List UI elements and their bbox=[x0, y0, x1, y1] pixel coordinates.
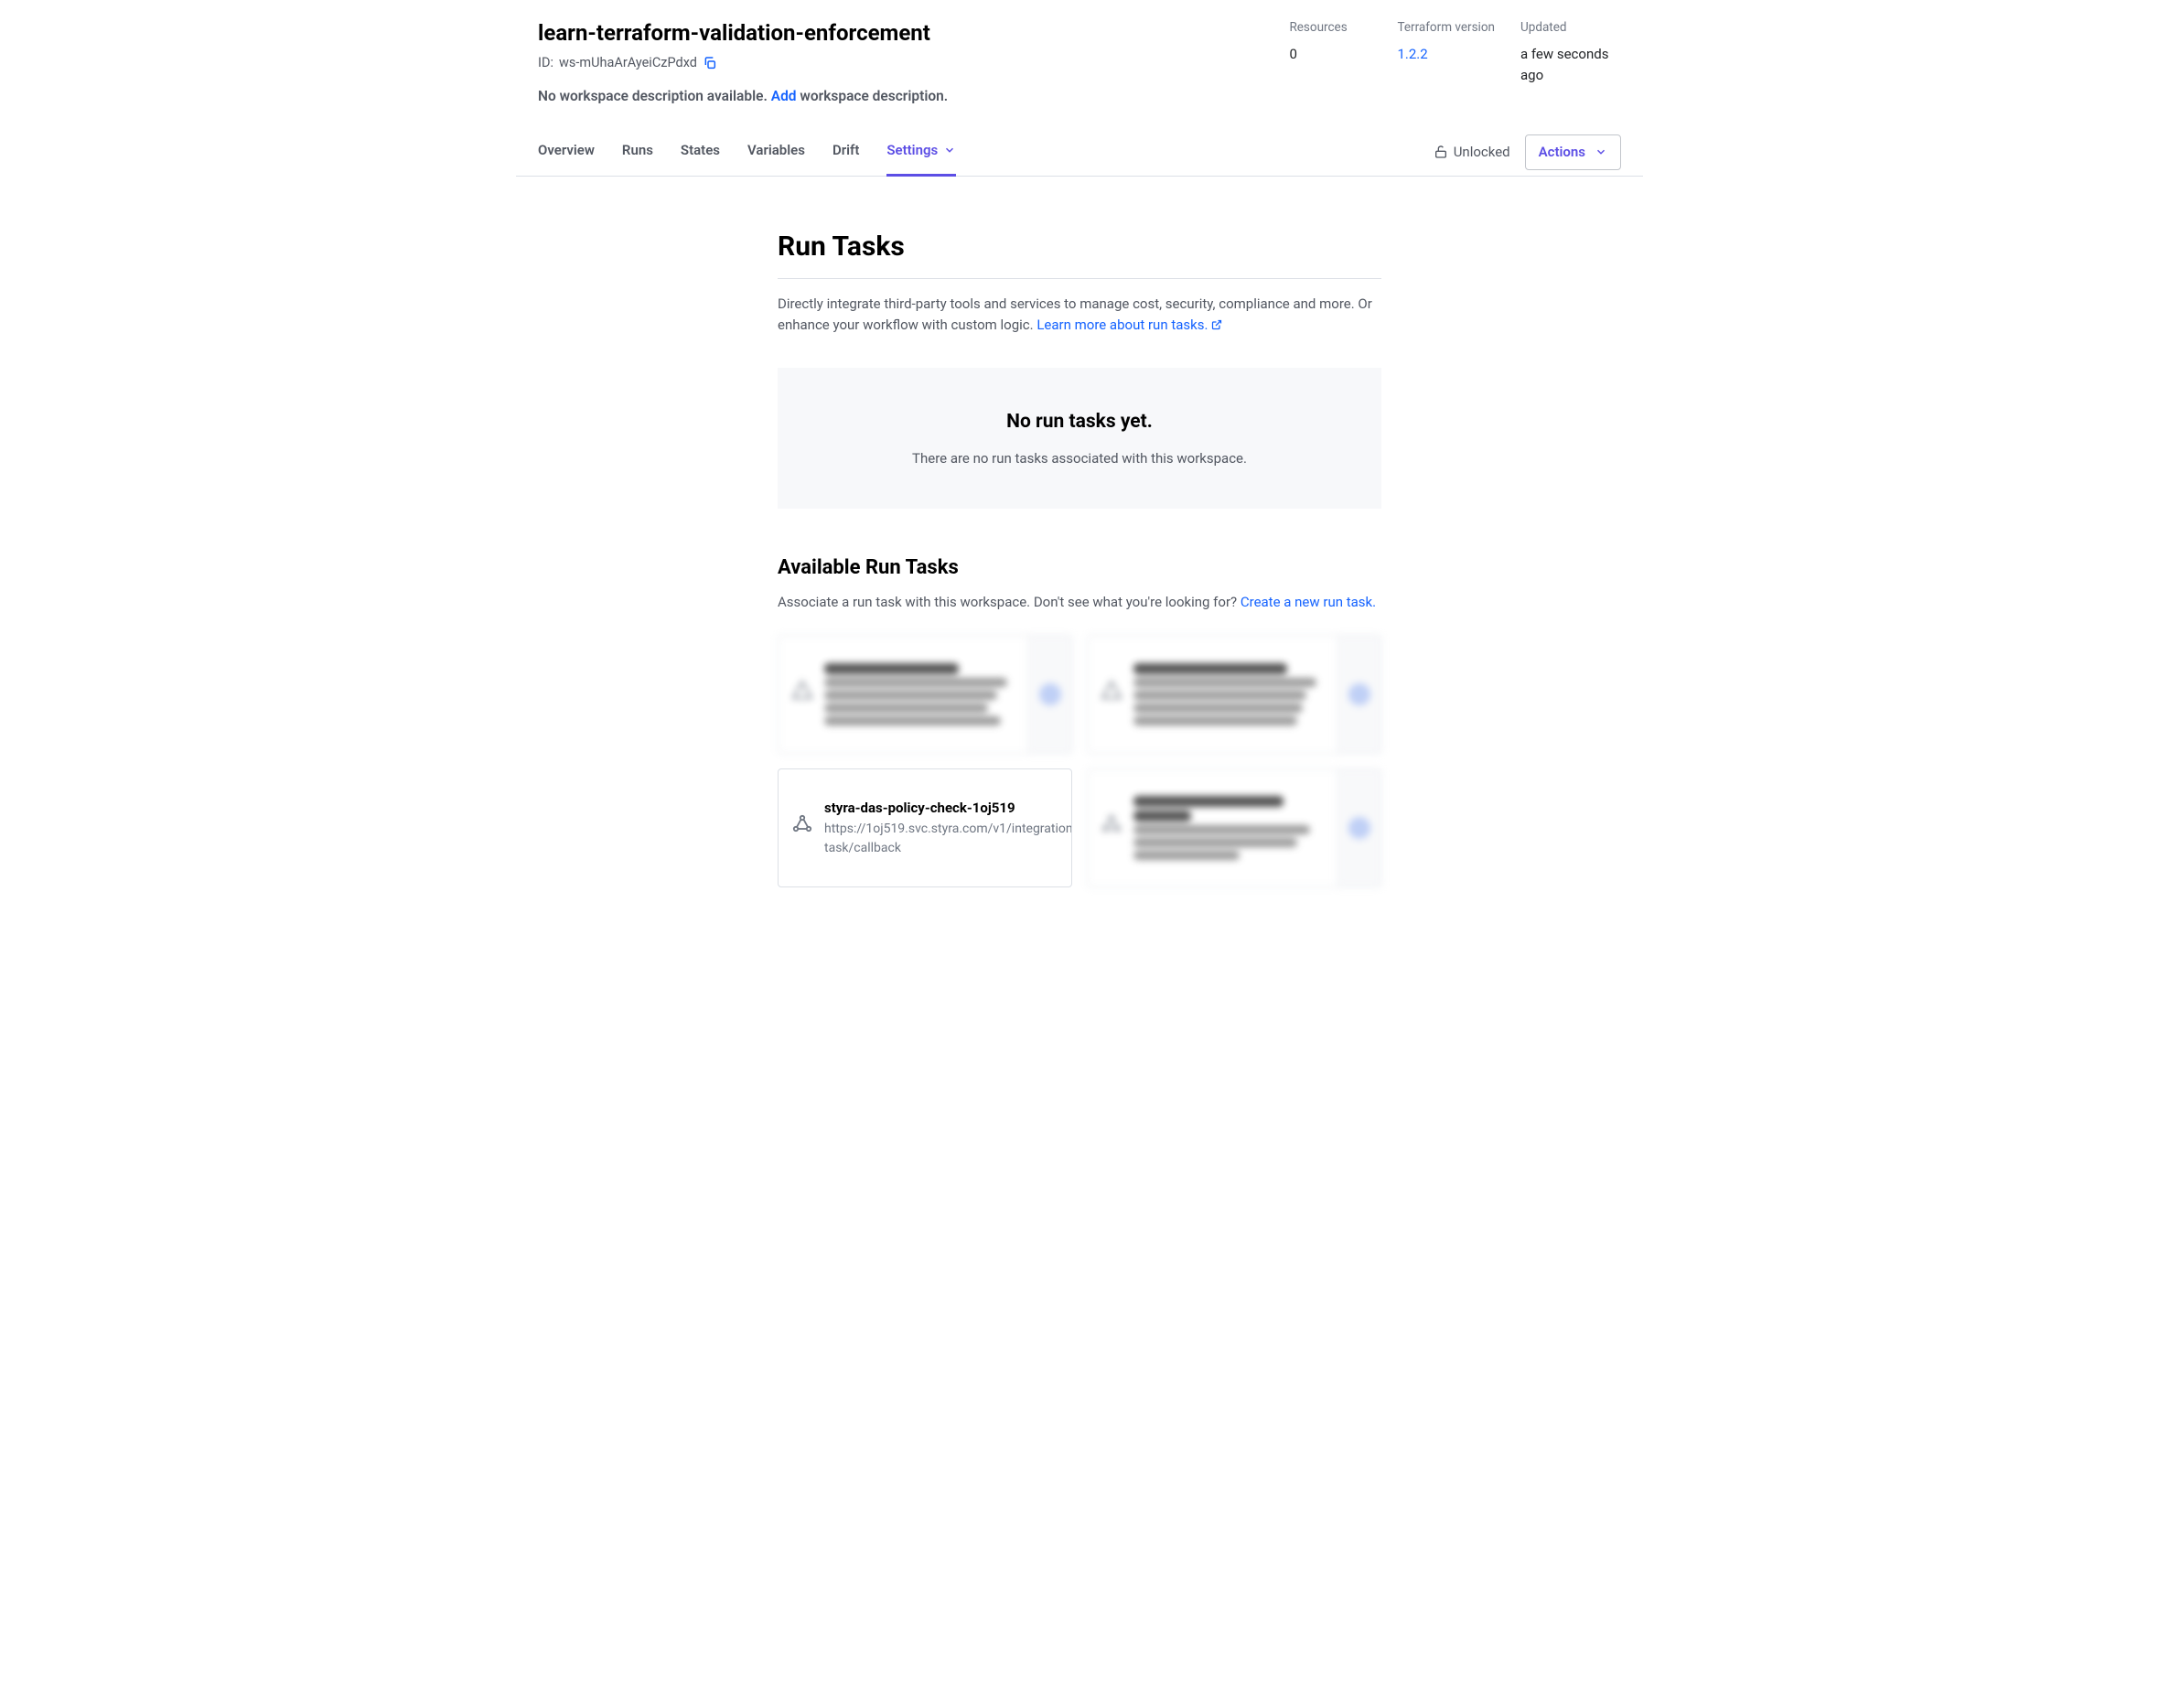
external-link-icon bbox=[1211, 316, 1222, 337]
tab-drift[interactable]: Drift bbox=[832, 129, 859, 177]
meta-resources-label: Resources bbox=[1289, 18, 1371, 37]
meta-tf-version-value[interactable]: 1.2.2 bbox=[1397, 44, 1495, 65]
meta-resources: Resources 0 bbox=[1289, 18, 1371, 107]
actions-button[interactable]: Actions bbox=[1525, 134, 1621, 170]
meta-updated-label: Updated bbox=[1520, 18, 1621, 37]
run-task-card-title: styra-das-policy-check-1oj519 bbox=[824, 798, 1072, 819]
tab-overview[interactable]: Overview bbox=[538, 129, 595, 177]
learn-more-link[interactable]: Learn more about run tasks. bbox=[1037, 317, 1222, 333]
available-run-tasks-heading: Available Run Tasks bbox=[778, 553, 1381, 583]
meta-resources-value: 0 bbox=[1289, 44, 1371, 65]
workspace-desc-prefix: No workspace description available. bbox=[538, 88, 768, 104]
workspace-id-label: ID: bbox=[538, 53, 553, 73]
workspace-title: learn-terraform-validation-enforcement bbox=[538, 16, 1289, 49]
run-tasks-heading: Run Tasks bbox=[778, 226, 1381, 267]
lock-status[interactable]: Unlocked bbox=[1434, 142, 1510, 163]
add-description-link[interactable]: Add bbox=[771, 88, 797, 104]
chevron-down-icon bbox=[943, 144, 956, 156]
webhook-icon bbox=[1101, 813, 1122, 842]
workspace-description-row: No workspace description available. Add … bbox=[538, 86, 1289, 107]
meta-tf-version-label: Terraform version bbox=[1397, 18, 1495, 37]
copy-icon[interactable] bbox=[703, 56, 717, 70]
empty-state: No run tasks yet. There are no run tasks… bbox=[778, 368, 1381, 509]
create-run-task-link[interactable]: Create a new run task. bbox=[1241, 594, 1376, 610]
workspace-tabs: Overview Runs States Variables Drift Set… bbox=[538, 129, 956, 176]
chevron-down-icon bbox=[1595, 145, 1607, 158]
lock-status-label: Unlocked bbox=[1454, 142, 1510, 163]
tab-settings[interactable]: Settings bbox=[886, 129, 956, 177]
run-task-card bbox=[778, 635, 1072, 754]
divider bbox=[778, 278, 1381, 279]
available-desc-prefix: Associate a run task with this workspace… bbox=[778, 594, 1241, 610]
run-task-card-url: https://1oj519.svc.styra.com/v1/integrat… bbox=[824, 820, 1072, 857]
run-task-card-styra[interactable]: styra-das-policy-check-1oj519 https://1o… bbox=[778, 768, 1072, 887]
webhook-icon bbox=[791, 680, 813, 708]
run-task-card bbox=[1087, 635, 1381, 754]
meta-updated-value: a few seconds ago bbox=[1520, 44, 1621, 85]
workspace-id-value: ws-mUhaArAyeiCzPdxd bbox=[559, 53, 697, 73]
actions-button-label: Actions bbox=[1539, 142, 1585, 163]
run-tasks-description: Directly integrate third-party tools and… bbox=[778, 294, 1381, 338]
workspace-id-row: ID: ws-mUhaArAyeiCzPdxd bbox=[538, 53, 1289, 73]
meta-tf-version: Terraform version 1.2.2 bbox=[1397, 18, 1495, 107]
meta-updated: Updated a few seconds ago bbox=[1520, 18, 1621, 107]
workspace-desc-suffix: workspace description. bbox=[800, 88, 948, 104]
tab-states[interactable]: States bbox=[681, 129, 720, 177]
webhook-icon bbox=[791, 813, 813, 842]
available-run-tasks-desc: Associate a run task with this workspace… bbox=[778, 592, 1381, 613]
empty-state-title: No run tasks yet. bbox=[796, 408, 1363, 437]
webhook-icon bbox=[1101, 680, 1122, 708]
empty-state-subtitle: There are no run tasks associated with t… bbox=[796, 448, 1363, 469]
tab-settings-label: Settings bbox=[886, 140, 938, 161]
tab-variables[interactable]: Variables bbox=[747, 129, 805, 177]
tab-runs[interactable]: Runs bbox=[622, 129, 653, 177]
unlock-icon bbox=[1434, 145, 1448, 159]
run-task-card bbox=[1087, 768, 1381, 887]
